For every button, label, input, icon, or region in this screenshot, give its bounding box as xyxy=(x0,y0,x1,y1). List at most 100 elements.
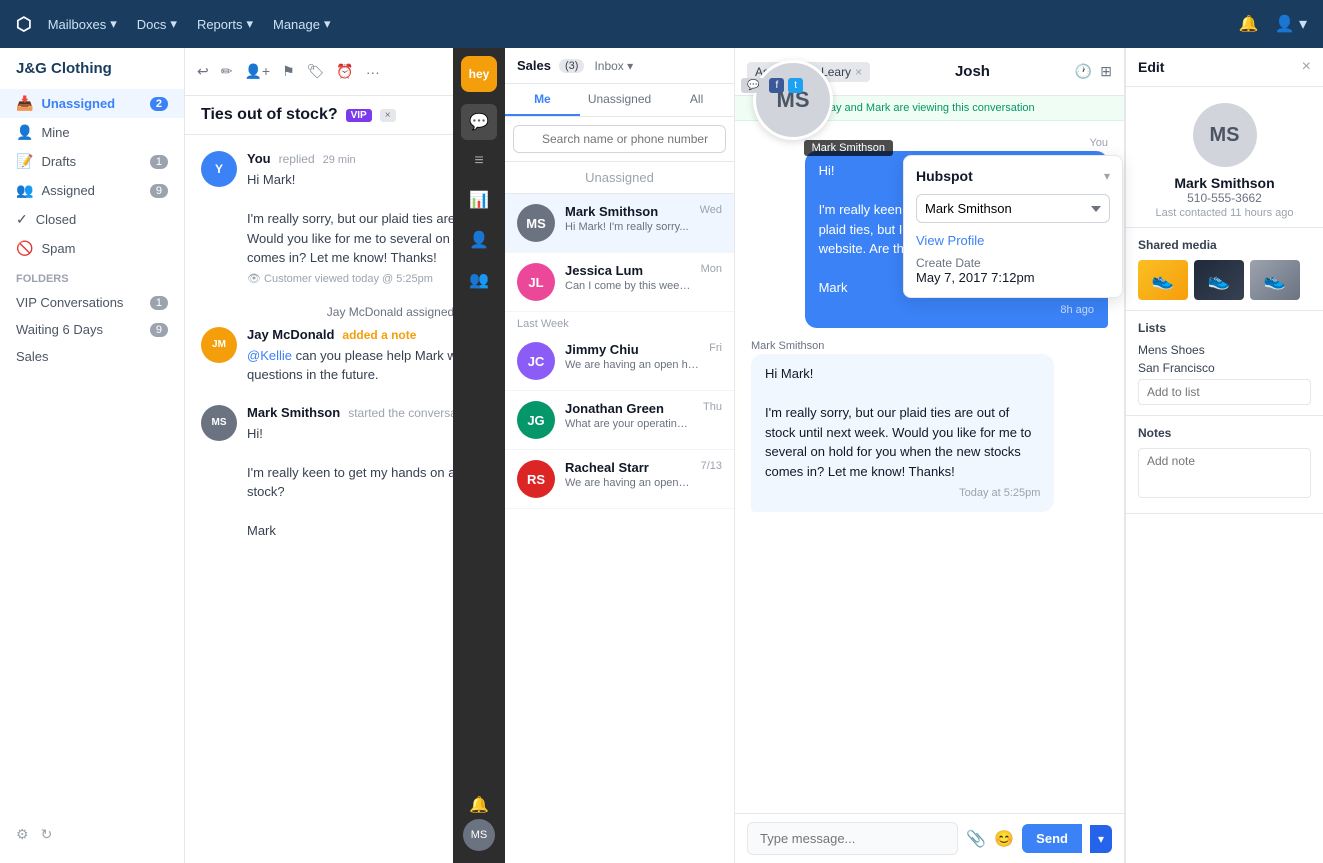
hey-avatar-icon[interactable]: MS xyxy=(463,819,495,851)
conv-name-mark: Mark Smithson xyxy=(565,204,690,219)
chat-footer: 📎 😊 Send ▾ xyxy=(735,813,1124,863)
conv-list-inbox[interactable]: Inbox ▾ xyxy=(594,59,633,73)
create-date-value: May 7, 2017 7:12pm xyxy=(916,270,1110,285)
hey-list-icon[interactable]: ≡ xyxy=(466,144,491,178)
nav-mailboxes[interactable]: Mailboxes ▾ xyxy=(48,16,117,32)
msg-sender-1: You xyxy=(247,151,271,166)
conv-item-jimmy[interactable]: JC Jimmy Chiu We are having an open ho..… xyxy=(505,332,734,391)
sidebar-item-mine[interactable]: 👤 Mine xyxy=(0,118,184,147)
conv-name-jessica: Jessica Lum xyxy=(565,263,691,278)
conv-time-racheal: 7/13 xyxy=(701,460,722,498)
sidebar-item-sales[interactable]: Sales xyxy=(0,343,184,370)
avatar-jay: JM xyxy=(201,327,237,363)
avatar-mark: MS xyxy=(201,405,237,441)
conv-time-mark: Wed xyxy=(700,204,722,242)
nav-reports[interactable]: Reports ▾ xyxy=(197,16,253,32)
tab-unassigned[interactable]: Unassigned xyxy=(580,84,659,116)
bubble-them-time: Today at 5:25pm xyxy=(765,485,1040,502)
more-icon[interactable]: ··· xyxy=(366,64,380,80)
right-panel-title: Edit xyxy=(1138,59,1164,75)
attach-icon[interactable]: 📎 xyxy=(966,829,986,849)
chat-input-bar: 📎 😊 Send ▾ xyxy=(747,822,1112,855)
conv-item-mark[interactable]: MS Mark Smithson Hi Mark! I'm really sor… xyxy=(505,194,734,253)
chat-icon-badge[interactable]: 💬 xyxy=(741,78,765,93)
nav-manage[interactable]: Manage ▾ xyxy=(273,16,331,32)
conv-item-racheal[interactable]: RS Racheal Starr We are having an open h… xyxy=(505,450,734,509)
bubble-them: Hi Mark!I'm really sorry, but our plaid … xyxy=(751,354,1054,512)
conv-avatar-jessica: JL xyxy=(517,263,555,301)
conv-info-jimmy: Jimmy Chiu We are having an open ho... xyxy=(565,342,699,380)
conv-preview-racheal: We are having an open ho... xyxy=(565,477,691,489)
refresh-icon[interactable]: ↻ xyxy=(41,826,53,843)
close-icon[interactable]: × xyxy=(1302,58,1311,76)
shared-media-section: Shared media 👟 👟 👟 xyxy=(1126,228,1323,311)
hey-bell-icon[interactable]: 🔔 xyxy=(461,789,497,822)
drafts-icon: 📝 xyxy=(16,153,33,170)
hey-contact-icon[interactable]: 👤 xyxy=(461,222,497,258)
brand-name: J&G Clothing xyxy=(0,60,184,89)
media-row: 👟 👟 👟 xyxy=(1138,260,1311,300)
mine-icon: 👤 xyxy=(16,124,33,141)
sidebar-item-vip[interactable]: VIP Conversations 1 xyxy=(0,289,184,316)
closed-icon: ✓ xyxy=(16,211,28,228)
media-thumb-1[interactable]: 👟 xyxy=(1138,260,1188,300)
media-thumb-3[interactable]: 👟 xyxy=(1250,260,1300,300)
add-list-input[interactable] xyxy=(1138,379,1311,405)
send-button[interactable]: Send xyxy=(1022,824,1082,853)
conv-item-jessica[interactable]: JL Jessica Lum Can I come by this weeke.… xyxy=(505,253,734,312)
unassigned-section-label: Unassigned xyxy=(505,162,734,194)
add-note-input[interactable] xyxy=(1138,448,1311,498)
conv-name-racheal: Racheal Starr xyxy=(565,460,691,475)
sidebar-item-spam[interactable]: 🚫 Spam xyxy=(0,234,184,263)
vip-remove[interactable]: × xyxy=(380,109,396,122)
notes-title: Notes xyxy=(1138,426,1311,440)
settings-icon[interactable]: ⚙ xyxy=(16,826,29,843)
bell-icon[interactable]: 🔔 xyxy=(1239,14,1259,34)
hubspot-contact-select[interactable]: Mark Smithson xyxy=(916,194,1110,223)
snooze-icon[interactable]: ⏰ xyxy=(336,63,353,80)
twitter-icon-badge[interactable]: t xyxy=(788,78,803,93)
search-input[interactable] xyxy=(513,125,726,153)
conv-info-jessica: Jessica Lum Can I come by this weeke... xyxy=(565,263,691,301)
hey-chat-icon[interactable]: 💬 xyxy=(461,104,497,140)
media-thumb-2[interactable]: 👟 xyxy=(1194,260,1244,300)
sidebar-item-drafts[interactable]: 📝 Drafts 1 xyxy=(0,147,184,176)
facebook-icon-badge[interactable]: f xyxy=(769,78,784,93)
conv-item-jonathan[interactable]: JG Jonathan Green What are your operatin… xyxy=(505,391,734,450)
contact-name: Mark Smithson xyxy=(1174,175,1274,191)
conv-time-jimmy: Fri xyxy=(709,342,722,380)
label-icon[interactable]: 🏷 xyxy=(307,63,325,80)
conv-info-racheal: Racheal Starr We are having an open ho..… xyxy=(565,460,691,498)
right-panel: Edit × MS Mark Smithson 510-555-3662 Las… xyxy=(1125,48,1323,863)
assigned-icon: 👥 xyxy=(16,182,33,199)
conv-list-title: Sales xyxy=(517,58,551,73)
assign-icon[interactable]: 👤+ xyxy=(244,63,270,80)
view-profile-link[interactable]: View Profile xyxy=(916,233,1110,248)
chat-clock-icon[interactable]: 🕐 xyxy=(1075,63,1092,80)
chat-input[interactable] xyxy=(747,822,958,855)
hey-chart-icon[interactable]: 📊 xyxy=(461,182,497,218)
sidebar-item-waiting[interactable]: Waiting 6 Days 9 xyxy=(0,316,184,343)
send-extra-button[interactable]: ▾ xyxy=(1090,825,1112,853)
back-icon[interactable]: ↩ xyxy=(197,63,209,80)
account-icon[interactable]: 👤 ▾ xyxy=(1275,14,1307,34)
search-bar: 🔍 xyxy=(505,117,734,162)
nav-logo: ⬡ xyxy=(16,14,32,35)
you-label: You xyxy=(1089,137,1108,149)
sidebar-item-closed[interactable]: ✓ Closed xyxy=(0,205,184,234)
search-wrap: 🔍 xyxy=(513,125,726,153)
tab-me[interactable]: Me xyxy=(505,84,580,116)
chat-expand-icon[interactable]: ⊞ xyxy=(1100,63,1112,80)
emoji-icon[interactable]: 😊 xyxy=(994,829,1014,849)
bubble-you-time: 8h ago xyxy=(819,302,1094,319)
tab-all[interactable]: All xyxy=(659,84,734,116)
flag-icon[interactable]: ⚑ xyxy=(282,63,295,80)
tag-icon[interactable]: ✏ xyxy=(221,63,233,80)
hey-team-icon[interactable]: 👥 xyxy=(461,262,497,298)
nav-docs[interactable]: Docs ▾ xyxy=(137,16,177,32)
sidebar-item-unassigned[interactable]: 📥 Unassigned 2 xyxy=(0,89,184,118)
assign-remove-icon[interactable]: × xyxy=(855,65,862,79)
hubspot-collapse-icon[interactable]: ▾ xyxy=(1104,169,1110,183)
sidebar-item-assigned[interactable]: 👥 Assigned 9 xyxy=(0,176,184,205)
conv-items: MS Mark Smithson Hi Mark! I'm really sor… xyxy=(505,194,734,863)
